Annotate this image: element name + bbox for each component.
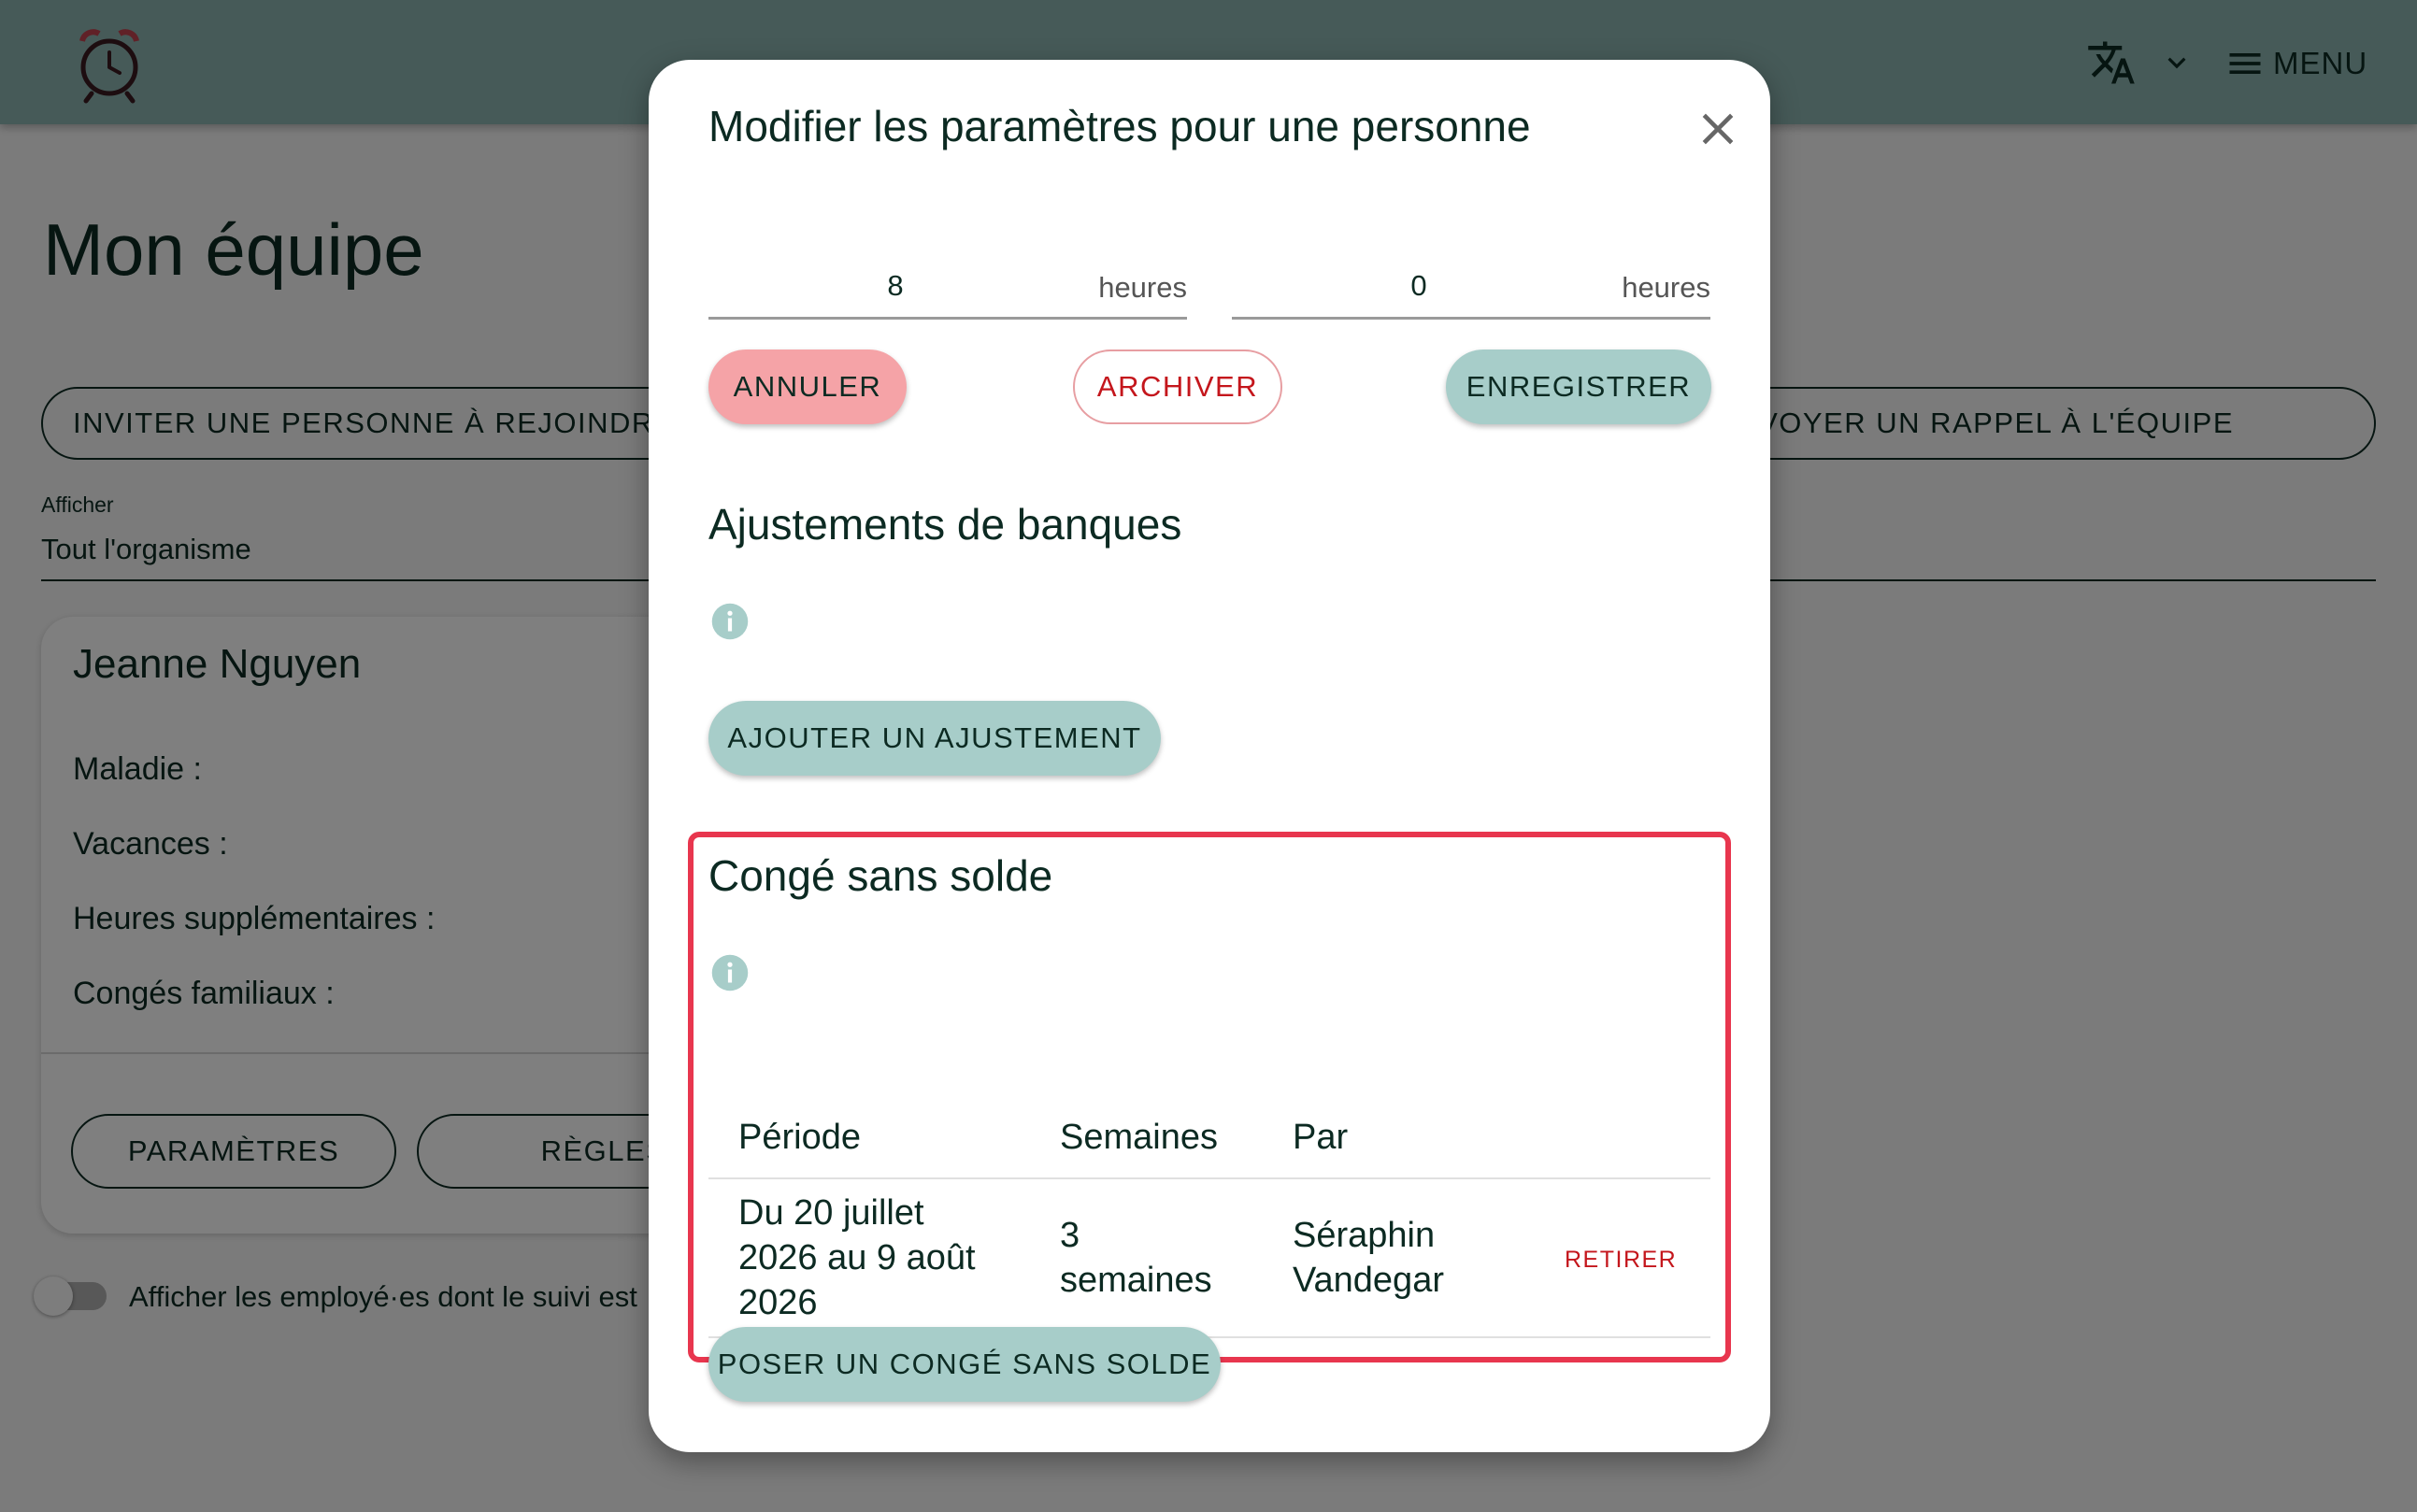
by-cell: Séraphin Vandegar — [1293, 1213, 1444, 1303]
add-adjustment-button[interactable]: AJOUTER UN AJUSTEMENT — [708, 701, 1161, 776]
dialog-title: Modifier les paramètres pour une personn… — [708, 102, 1531, 150]
weeks-line: 3 — [1060, 1216, 1080, 1255]
hours-value: 0 — [1410, 269, 1427, 302]
by-line: Vandegar — [1293, 1261, 1444, 1300]
period-line: 2026 au 9 août — [738, 1238, 976, 1277]
period-line: Du 20 juillet — [738, 1193, 924, 1233]
close-icon[interactable] — [1692, 103, 1744, 155]
column-header-period: Période — [738, 1118, 861, 1157]
archive-button[interactable]: ARCHIVER — [1073, 349, 1282, 424]
bank-adjustments-title: Ajustements de banques — [708, 500, 1182, 549]
hours-unit: heures — [1622, 271, 1710, 304]
weeks-cell: 3 semaines — [1060, 1213, 1212, 1303]
hours-unit: heures — [1098, 271, 1187, 304]
edit-settings-dialog: Modifier les paramètres pour une personn… — [649, 60, 1770, 1452]
info-icon[interactable] — [710, 602, 750, 641]
weeks-line: semaines — [1060, 1261, 1212, 1300]
column-header-by: Par — [1293, 1118, 1349, 1157]
hours-field-1[interactable]: 8 heures — [708, 204, 1187, 320]
period-line: 2026 — [738, 1283, 818, 1322]
add-unpaid-leave-button[interactable]: POSER UN CONGÉ SANS SOLDE — [708, 1327, 1221, 1402]
save-button[interactable]: ENREGISTRER — [1446, 349, 1711, 424]
column-header-weeks: Semaines — [1060, 1118, 1218, 1157]
header-divider — [708, 1177, 1710, 1179]
unpaid-leave-title: Congé sans solde — [708, 851, 1053, 900]
by-line: Séraphin — [1293, 1216, 1436, 1255]
info-icon[interactable] — [710, 953, 750, 992]
period-cell: Du 20 juillet 2026 au 9 août 2026 — [738, 1191, 976, 1325]
cancel-button[interactable]: ANNULER — [708, 349, 907, 424]
hours-field-2[interactable]: 0 heures — [1232, 204, 1710, 320]
remove-leave-button[interactable]: RETIRER — [1565, 1247, 1677, 1274]
hours-value: 8 — [887, 269, 904, 302]
